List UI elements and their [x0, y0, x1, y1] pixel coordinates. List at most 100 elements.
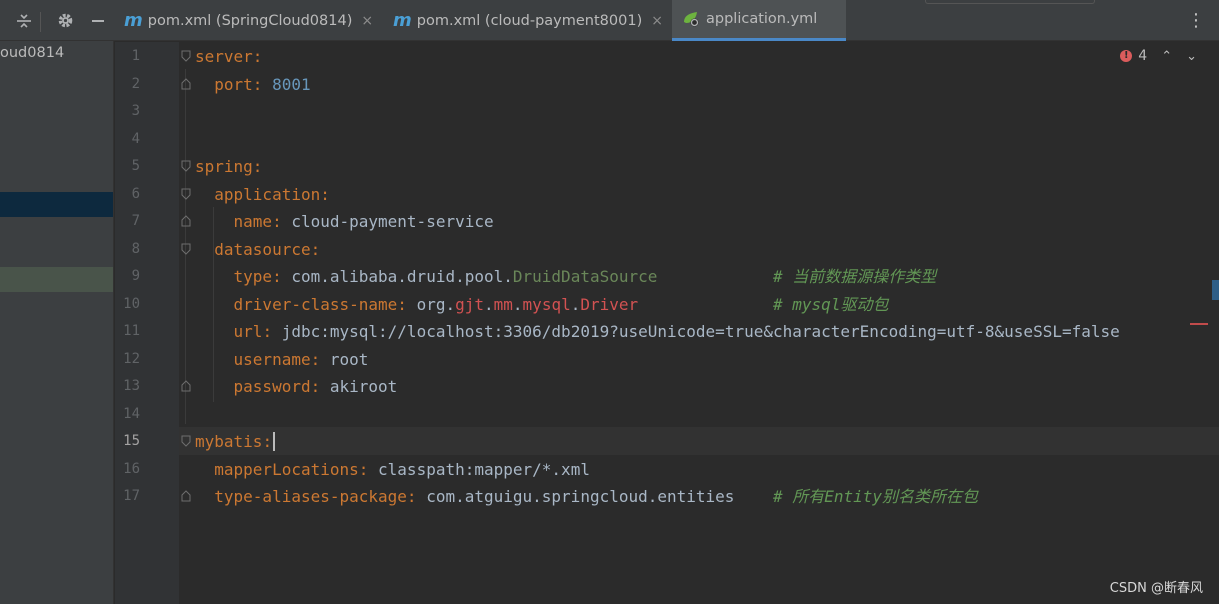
code-comment: # mysql驱动包 — [773, 294, 889, 314]
code-line[interactable]: 13 password: akiroot — [115, 373, 1219, 400]
code-text: username: root — [195, 346, 369, 373]
code-token: : — [358, 459, 379, 479]
project-selected-row[interactable] — [0, 192, 113, 217]
code-token: com.atguigu.springcloud.entities — [426, 487, 735, 506]
code-line[interactable]: 9 type: com.alibaba.druid.pool.DruidData… — [115, 263, 1219, 290]
code-token: org. — [416, 294, 456, 314]
inspection-widget[interactable]: ! 4 ⌃ ⌄ — [1120, 48, 1197, 64]
code-token: gjt — [455, 294, 484, 314]
code-line[interactable]: 8 datasource: — [115, 236, 1219, 263]
code-token: : — [310, 377, 330, 396]
code-token: : — [310, 239, 321, 259]
code-text: driver-class-name: org.gjt.mm.mysql.Driv… — [195, 291, 889, 318]
error-stripe-mark[interactable] — [1190, 323, 1208, 325]
tab-pom-payment[interactable]: m pom.xml (cloud-payment8001) × — [393, 0, 663, 41]
code-line[interactable]: 14 — [115, 401, 1219, 428]
gear-icon[interactable] — [54, 0, 76, 41]
code-line[interactable]: 5 spring: — [115, 153, 1219, 180]
fold-end-icon[interactable] — [181, 77, 191, 90]
maven-icon: m — [393, 10, 412, 31]
line-number: 16 — [123, 460, 140, 477]
previous-highlight-icon[interactable]: ⌃ — [1161, 49, 1172, 64]
line-number: 8 — [131, 240, 140, 257]
fold-end-icon[interactable] — [181, 490, 191, 502]
minimize-icon[interactable] — [87, 0, 109, 41]
code-line[interactable]: 16 mapperLocations: classpath:mapper/*.x… — [115, 456, 1219, 483]
code-line[interactable]: 10 driver-class-name: org.gjt.mm.mysql.D… — [115, 291, 1219, 318]
toolbar-divider — [40, 12, 41, 32]
code-token: : — [262, 432, 273, 451]
tab-application-yml[interactable]: application.yml — [672, 0, 846, 41]
code-token: port — [214, 74, 253, 94]
code-line[interactable]: 12 username: root — [115, 346, 1219, 373]
code-line[interactable]: 1 server: — [115, 43, 1219, 70]
code-comment: # 当前数据源操作类型 — [772, 267, 937, 286]
code-token: url — [233, 322, 263, 341]
code-token: Driver — [580, 294, 639, 314]
more-options-icon[interactable]: ⋮ — [1187, 0, 1205, 41]
code-token: : — [272, 212, 292, 231]
code-token: . — [570, 294, 581, 314]
fold-end-icon[interactable] — [181, 380, 191, 392]
code-token: 8001 — [272, 74, 311, 94]
code-token: mysql — [522, 294, 571, 314]
code-text: url: jdbc:mysql://localhost:3306/db2019?… — [195, 318, 1120, 345]
code-token: : — [262, 322, 282, 341]
error-icon: ! — [1120, 50, 1133, 62]
tab-pom-springcloud[interactable]: m pom.xml (SpringCloud0814) × — [124, 0, 373, 41]
fold-open-icon[interactable] — [181, 188, 191, 200]
scrollbar-marker — [1212, 280, 1219, 300]
code-token: : — [272, 267, 292, 286]
line-number: 6 — [131, 185, 140, 202]
code-token: classpath:mapper/*.xml — [378, 459, 590, 479]
code-line[interactable]: 15 mybatis: — [115, 428, 1219, 455]
code-token: : — [310, 349, 330, 369]
code-token: cloud-payment-service — [291, 212, 494, 231]
code-token: : — [252, 47, 263, 66]
code-text: type: com.alibaba.druid.pool.DruidDataSo… — [195, 263, 937, 290]
text-caret — [273, 432, 276, 451]
collapse-all-icon[interactable] — [13, 0, 35, 41]
close-icon[interactable]: × — [651, 13, 663, 29]
code-token: name — [233, 212, 273, 231]
line-number: 4 — [131, 130, 140, 147]
search-field-edge — [925, 0, 1095, 4]
code-line[interactable]: 6 application: — [115, 181, 1219, 208]
code-token: . — [484, 294, 494, 314]
fold-open-icon[interactable] — [181, 435, 191, 447]
code-line[interactable]: 2 port: 8001 — [115, 71, 1219, 98]
code-token: mm — [493, 294, 513, 314]
fold-open-icon[interactable] — [181, 243, 191, 255]
code-token: jdbc:mysql://localhost:3306/db2019?useUn… — [281, 322, 1120, 341]
code-editor[interactable]: 1 server: 2 port: 8001 3 4 5 spring: 6 applicat… — [115, 42, 1219, 604]
next-highlight-icon[interactable]: ⌄ — [1186, 49, 1197, 64]
line-number: 5 — [131, 158, 140, 174]
code-text: mapperLocations: classpath:mapper/*.xml — [195, 456, 590, 483]
project-highlight-row[interactable] — [0, 267, 113, 292]
line-number: 7 — [131, 213, 140, 229]
code-line[interactable]: 17 type-aliases-package: com.atguigu.spr… — [115, 483, 1219, 510]
code-line[interactable]: 11 url: jdbc:mysql://localhost:3306/db20… — [115, 318, 1219, 345]
project-root-label[interactable]: oud0814 — [0, 45, 64, 61]
code-line[interactable]: 7 name: cloud-payment-service — [115, 208, 1219, 235]
code-line[interactable]: 3 — [115, 98, 1219, 125]
fold-end-icon[interactable] — [181, 215, 191, 227]
code-comment: # 所有Entity别名类所在包 — [772, 487, 979, 506]
code-text: name: cloud-payment-service — [195, 208, 494, 235]
code-token: : — [406, 487, 427, 506]
fold-open-icon[interactable] — [181, 50, 191, 62]
line-number: 14 — [123, 405, 140, 422]
fold-open-icon[interactable] — [181, 160, 191, 172]
code-token: datasource — [214, 239, 311, 259]
code-line[interactable]: 4 — [115, 126, 1219, 153]
close-icon[interactable]: × — [361, 13, 373, 29]
